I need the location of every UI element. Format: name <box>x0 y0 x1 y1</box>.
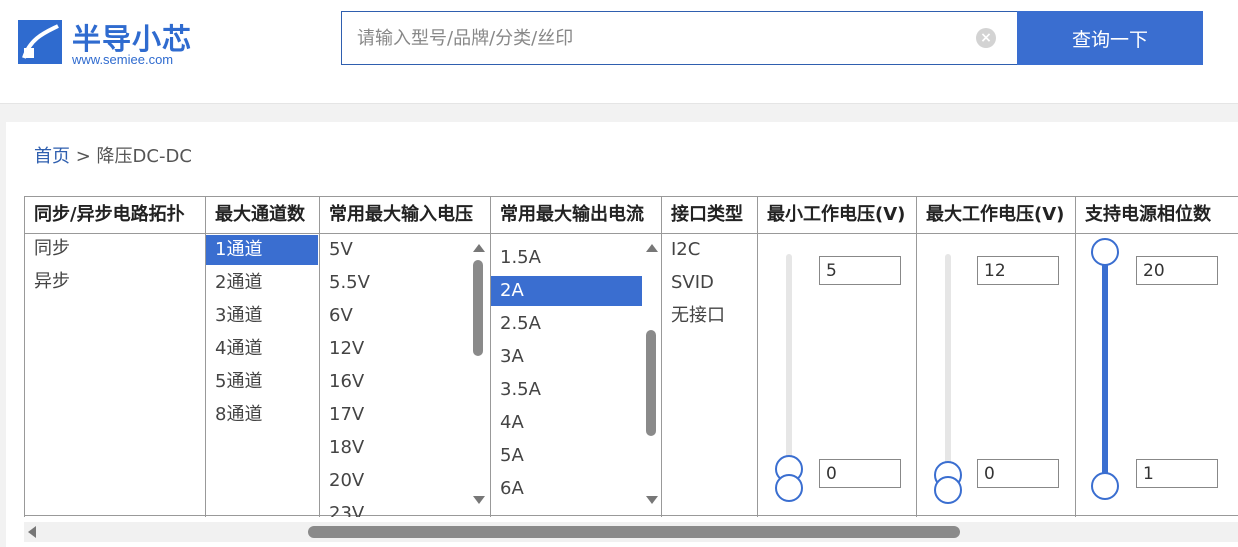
range-slider <box>917 234 1075 517</box>
filter-option[interactable]: 8通道 <box>206 400 262 430</box>
filter-option[interactable]: 17V <box>320 400 364 430</box>
breadcrumb-current: 降压DC-DC <box>96 146 192 167</box>
filter-option[interactable]: 6V <box>320 301 353 331</box>
search-box: × <box>341 11 1017 65</box>
logo-icon <box>18 20 62 64</box>
filter-option[interactable]: 2通道 <box>206 268 262 298</box>
filter-option[interactable]: I2C <box>662 235 700 265</box>
column-header: 最小工作电压(V) <box>758 197 916 234</box>
filter-option[interactable]: 2.5A <box>491 309 541 339</box>
column-header: 最大工作电压(V) <box>917 197 1075 234</box>
filter-option[interactable]: 无接口 <box>662 301 725 331</box>
search-button[interactable]: 查询一下 <box>1017 11 1203 65</box>
filter-options: 1A 1.5A 2A 2.5A 3A 3.5A 4A 5A 6A <box>491 234 661 517</box>
slider-handle-min[interactable] <box>934 476 962 504</box>
vertical-scrollbar[interactable] <box>643 234 659 517</box>
filter-option[interactable]: 同步 <box>25 234 70 264</box>
search-input[interactable] <box>342 12 962 64</box>
filter-option[interactable]: 18V <box>320 433 364 463</box>
filter-option[interactable]: 异步 <box>25 267 70 297</box>
scrollbar-thumb[interactable] <box>308 526 960 538</box>
filter-option[interactable]: 5V <box>320 235 353 265</box>
range-column-phases: 支持电源相位数 <box>1075 197 1238 517</box>
site-header: 半导小芯 www.semiee.com × 查询一下 <box>0 0 1238 104</box>
filter-option-selected[interactable]: 1通道 <box>206 235 318 265</box>
filter-option[interactable]: 16V <box>320 367 364 397</box>
filter-column-interface: 接口类型 I2C SVID 无接口 <box>661 197 757 517</box>
filter-table: 同步/异步电路拓扑 同步 异步 最大通道数 1通道 2通道 3通道 4通道 5通… <box>24 196 1238 517</box>
filter-option[interactable]: 4A <box>491 408 524 438</box>
column-header: 支持电源相位数 <box>1076 197 1238 234</box>
scroll-left-arrow-icon[interactable] <box>28 526 36 538</box>
slider-track[interactable] <box>786 254 792 479</box>
slider-handle-min[interactable] <box>1091 472 1119 500</box>
filter-option[interactable]: 6A <box>491 474 524 504</box>
range-slider <box>1076 234 1238 517</box>
filter-options: I2C SVID 无接口 <box>662 234 757 517</box>
logo[interactable]: 半导小芯 www.semiee.com <box>16 16 206 68</box>
breadcrumb-home-link[interactable]: 首页 <box>34 146 70 167</box>
scroll-down-arrow-icon[interactable] <box>473 496 485 504</box>
filter-column-output-current: 常用最大输出电流 1A 1.5A 2A 2.5A 3A 3.5A 4A 5A 6… <box>490 197 661 517</box>
filter-option[interactable]: 5A <box>491 441 524 471</box>
filter-option[interactable]: 1.5A <box>491 243 541 273</box>
filter-options: 1通道 2通道 3通道 4通道 5通道 8通道 <box>206 234 319 517</box>
filter-option[interactable]: 20V <box>320 466 364 496</box>
column-header: 同步/异步电路拓扑 <box>25 197 205 234</box>
filter-option[interactable]: 12V <box>320 334 364 364</box>
vertical-scrollbar[interactable] <box>470 234 486 517</box>
filter-option-selected[interactable]: 2A <box>491 276 642 306</box>
breadcrumb-separator: > <box>70 146 97 167</box>
filter-option[interactable]: 23V <box>320 499 364 517</box>
horizontal-scrollbar[interactable] <box>24 522 1238 542</box>
column-header: 最大通道数 <box>206 197 319 234</box>
scroll-up-arrow-icon[interactable] <box>646 244 658 252</box>
filter-option[interactable]: 3通道 <box>206 301 262 331</box>
filter-option[interactable]: 5.5V <box>320 268 370 298</box>
min-value-input[interactable] <box>819 459 901 488</box>
column-header: 接口类型 <box>662 197 757 234</box>
circle-x-icon[interactable]: × <box>976 28 996 48</box>
brand-url: www.semiee.com <box>72 52 174 67</box>
filter-option[interactable]: SVID <box>662 268 714 298</box>
filter-option[interactable]: 4通道 <box>206 334 262 364</box>
filter-options: 5V 5.5V 6V 12V 16V 17V 18V 20V 23V <box>320 234 490 517</box>
min-value-input[interactable] <box>977 459 1059 488</box>
scroll-up-arrow-icon[interactable] <box>473 244 485 252</box>
scrollbar-thumb[interactable] <box>646 330 656 436</box>
max-value-input[interactable] <box>977 256 1059 285</box>
filter-option[interactable]: 3A <box>491 342 524 372</box>
range-column-min-voltage: 最小工作电压(V) <box>757 197 916 517</box>
filter-column-input-voltage: 常用最大输入电压 5V 5.5V 6V 12V 16V 17V 18V 20V … <box>319 197 490 517</box>
scroll-down-arrow-icon[interactable] <box>646 496 658 504</box>
filter-option[interactable]: 5通道 <box>206 367 262 397</box>
scrollbar-thumb[interactable] <box>473 260 483 356</box>
slider-track[interactable] <box>1102 248 1108 488</box>
filter-option[interactable]: 3.5A <box>491 375 541 405</box>
column-header: 常用最大输入电压 <box>320 197 490 234</box>
slider-handle-max[interactable] <box>1091 238 1119 266</box>
column-header: 常用最大输出电流 <box>491 197 661 234</box>
slider-fill <box>1102 248 1108 488</box>
range-column-max-voltage: 最大工作电压(V) <box>916 197 1075 517</box>
slider-track[interactable] <box>945 254 951 479</box>
max-value-input[interactable] <box>1136 256 1218 285</box>
range-slider <box>758 234 916 517</box>
slider-handle-min[interactable] <box>775 474 803 502</box>
filter-column-topology: 同步/异步电路拓扑 同步 异步 <box>24 197 205 517</box>
max-value-input[interactable] <box>819 256 901 285</box>
min-value-input[interactable] <box>1136 459 1218 488</box>
filter-options: 同步 异步 <box>25 234 205 517</box>
filter-column-channels: 最大通道数 1通道 2通道 3通道 4通道 5通道 8通道 <box>205 197 319 517</box>
breadcrumb: 首页 > 降压DC-DC <box>34 142 192 168</box>
